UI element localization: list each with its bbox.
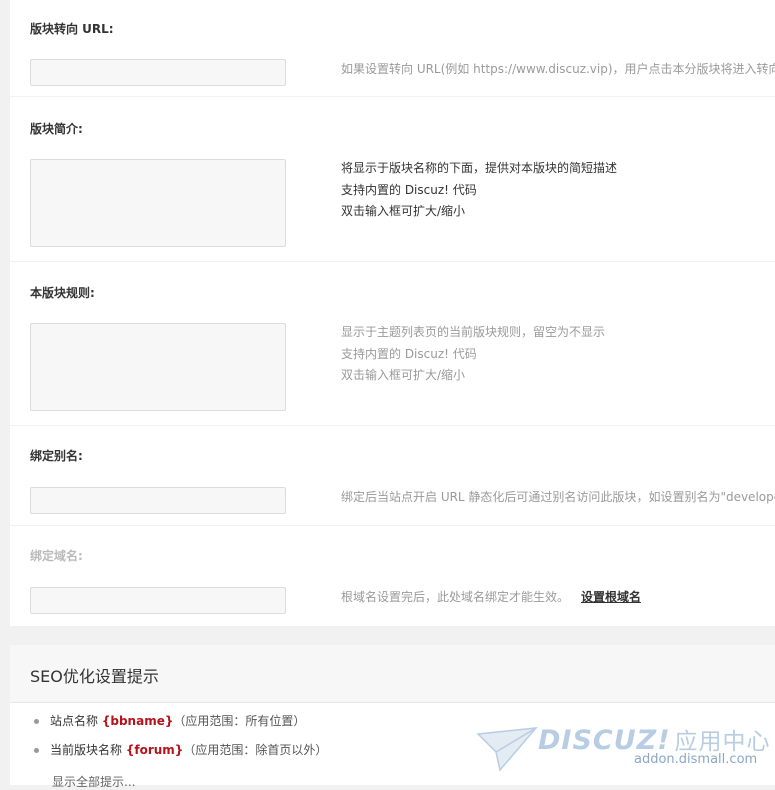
show-all-tips-link[interactable]: 显示全部提示... — [52, 773, 135, 790]
alias-tip: 绑定后当站点开启 URL 静态化后可通过别名访问此版块，如设置别名为"devel… — [341, 490, 775, 504]
forum-settings-panel: 版块转向 URL: 如果设置转向 URL(例如 https://www.disc… — [10, 0, 775, 626]
domain-row: 绑定域名: 根域名设置完后，此处域名绑定才能生效。 设置根域名 — [10, 526, 775, 626]
domain-input[interactable] — [30, 587, 286, 614]
rules-tip: 显示于主题列表页的当前版块规则，留空为不显示 支持内置的 Discuz! 代码 … — [341, 325, 606, 382]
seo-tips-title: SEO优化设置提示 — [30, 667, 159, 686]
domain-tip: 根域名设置完后，此处域名绑定才能生效。 设置根域名 — [341, 590, 642, 604]
seo-tips-list: 站点名称 {bbname}（应用范围：所有位置） 当前版块名称 {forum}（… — [34, 713, 327, 771]
discuz-watermark: DISCUZ! 应用中心 addon.dismall.com — [476, 720, 775, 785]
description-row: 版块简介: 将显示于版块名称的下面，提供对本版块的简短描述 支持内置的 Disc… — [10, 97, 775, 262]
description-label: 版块简介: — [30, 122, 83, 136]
redirect-url-input[interactable] — [30, 59, 286, 86]
watermark-url: addon.dismall.com — [634, 752, 758, 767]
redirect-url-tip: 如果设置转向 URL(例如 https://www.discuz.vip)，用户… — [341, 62, 775, 76]
rules-row: 本版块规则: 显示于主题列表页的当前版块规则，留空为不显示 支持内置的 Disc… — [10, 262, 775, 426]
redirect-url-row: 版块转向 URL: 如果设置转向 URL(例如 https://www.disc… — [10, 0, 775, 97]
description-textarea[interactable] — [30, 159, 286, 247]
list-item: 站点名称 {bbname}（应用范围：所有位置） — [34, 713, 327, 742]
set-root-domain-link[interactable]: 设置根域名 — [581, 590, 641, 604]
seo-tips-header: SEO优化设置提示 — [10, 645, 775, 703]
list-item: 当前版块名称 {forum}（应用范围：除首页以外） — [34, 742, 327, 771]
domain-label: 绑定域名: — [30, 549, 83, 563]
discuz-brand: DISCUZ! 应用中心 — [538, 725, 771, 756]
alias-label: 绑定别名: — [30, 449, 83, 463]
redirect-url-label: 版块转向 URL: — [30, 22, 114, 36]
rules-label: 本版块规则: — [30, 286, 95, 300]
description-tip: 将显示于版块名称的下面，提供对本版块的简短描述 支持内置的 Discuz! 代码… — [341, 161, 618, 218]
paper-plane-icon — [476, 727, 538, 772]
rules-textarea[interactable] — [30, 323, 286, 411]
alias-row: 绑定别名: 绑定后当站点开启 URL 静态化后可通过别名访问此版块，如设置别名为… — [10, 426, 775, 526]
alias-input[interactable] — [30, 487, 286, 514]
